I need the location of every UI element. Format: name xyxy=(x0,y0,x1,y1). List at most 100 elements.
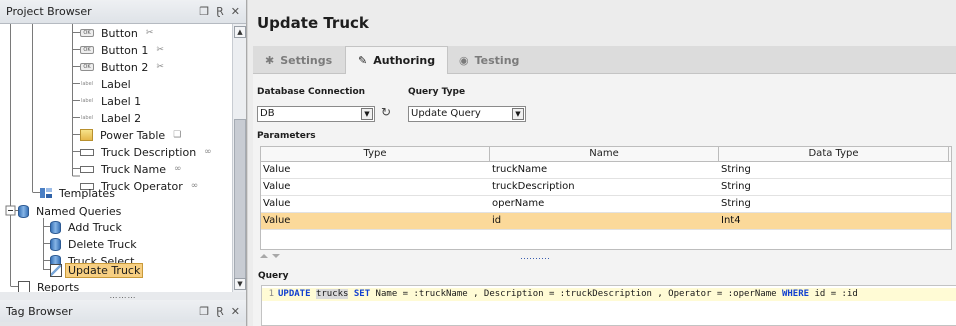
column-header-data-type[interactable]: Data Type xyxy=(719,147,949,161)
query-text: UPDATE trucks SET Name = :truckName , De… xyxy=(278,289,858,299)
pin-icon[interactable]: Ɽ xyxy=(216,305,224,318)
named-query-icon xyxy=(50,237,61,251)
tree-item-label[interactable]: label Label xyxy=(80,76,135,92)
tab-label: Testing xyxy=(474,53,520,67)
close-icon[interactable]: ✕ xyxy=(231,305,240,318)
script-icon: ✂ xyxy=(156,61,164,72)
tab-authoring[interactable]: ✎ Authoring xyxy=(345,46,449,75)
script-icon: ✂ xyxy=(156,44,164,55)
sql-text: Name = :truckName , Description = :truck… xyxy=(370,289,782,299)
button-component-icon: OK xyxy=(80,63,94,71)
tree-item-label-1[interactable]: label Label 1 xyxy=(80,93,145,109)
eye-icon: ◉ xyxy=(459,53,469,67)
tree-item-button-2[interactable]: OK Button 2 ✂ xyxy=(80,59,166,75)
cell-data-type[interactable]: Int4 xyxy=(719,213,949,229)
tab-label: Settings xyxy=(280,53,333,67)
tree-item-label: Truck Name xyxy=(101,162,166,176)
tree-item-update-truck[interactable]: Update Truck xyxy=(50,262,144,278)
cell-name[interactable]: operName xyxy=(490,196,719,212)
database-connection-select[interactable]: DB ▼ xyxy=(257,106,375,122)
label-component-icon: label xyxy=(80,81,94,87)
project-tree: OK Button ✂ OK Button 1 ✂ OK Button 2 ✂ … xyxy=(0,24,232,292)
tree-item-label-text: Label xyxy=(101,77,131,91)
database-icon xyxy=(18,204,29,218)
chevron-down-icon[interactable]: ▼ xyxy=(512,108,524,120)
tree-item-named-queries[interactable]: Named Queries xyxy=(18,203,125,219)
table-row[interactable]: Value truckName String xyxy=(261,162,951,179)
scroll-up-button[interactable]: ▲ xyxy=(234,26,246,38)
sql-keyword: UPDATE xyxy=(278,289,311,299)
parameters-query-splitter[interactable] xyxy=(258,254,956,264)
project-tree-scrollbar[interactable]: ▲ ▼ xyxy=(232,24,246,292)
cell-name[interactable]: id xyxy=(490,213,719,229)
cell-type[interactable]: Value xyxy=(261,162,490,178)
sql-text: id = :id xyxy=(809,289,858,299)
scroll-down-button[interactable]: ▼ xyxy=(234,278,246,290)
tree-item-button-1[interactable]: OK Button 1 ✂ xyxy=(80,42,166,58)
button-component-icon: OK xyxy=(80,29,94,37)
refresh-icon[interactable]: ↻ xyxy=(381,105,391,119)
script-icon: ✂ xyxy=(145,27,154,38)
sql-table-name: trucks xyxy=(315,289,349,299)
tree-item-add-truck[interactable]: Add Truck xyxy=(50,219,126,235)
scrollbar-thumb[interactable] xyxy=(234,119,246,279)
cell-type[interactable]: Value xyxy=(261,179,490,195)
cell-data-type[interactable]: String xyxy=(719,179,949,195)
tree-item-label: Truck Description xyxy=(101,145,197,159)
table-row-selected[interactable]: Value id Int4 xyxy=(261,213,951,230)
query-line[interactable]: 1 UPDATE trucks SET Name = :truckName , D… xyxy=(262,288,956,301)
cell-type[interactable]: Value xyxy=(261,196,490,212)
pin-icon[interactable]: Ɽ xyxy=(216,5,224,18)
tab-settings[interactable]: ✱ Settings xyxy=(253,46,344,74)
cell-data-type[interactable]: String xyxy=(719,196,949,212)
tree-item-label: Button 1 xyxy=(101,43,149,57)
script-icon: ❑ xyxy=(173,129,182,140)
cell-name[interactable]: truckName xyxy=(490,162,719,178)
tag-browser-toolbar xyxy=(0,322,246,326)
project-browser-title: Project Browser xyxy=(6,5,92,18)
tree-item-truck-description[interactable]: Truck Description ∞ xyxy=(80,144,214,160)
page-title: Update Truck xyxy=(257,14,369,32)
parameters-table[interactable]: Type Name Data Type Value truckName Stri… xyxy=(260,146,952,250)
project-browser-header: Project Browser ❐ Ɽ ✕ xyxy=(0,0,246,24)
pencil-icon: ✎ xyxy=(358,54,368,67)
table-row[interactable]: Value operName String xyxy=(261,196,951,213)
text-field-icon xyxy=(80,165,94,173)
query-type-select[interactable]: Update Query ▼ xyxy=(408,106,526,122)
panel-splitter[interactable]: ……… xyxy=(0,292,246,300)
tree-item-delete-truck[interactable]: Delete Truck xyxy=(50,236,141,252)
reports-icon xyxy=(18,280,30,292)
tree-item-label: Add Truck xyxy=(68,220,122,234)
cell-data-type[interactable]: String xyxy=(719,162,949,178)
cell-name[interactable]: truckDescription xyxy=(490,179,719,195)
line-number: 1 xyxy=(268,289,274,299)
restore-icon[interactable]: ❐ xyxy=(199,305,209,318)
restore-icon[interactable]: ❐ xyxy=(199,5,209,18)
tab-testing[interactable]: ◉ Testing xyxy=(447,46,531,74)
authoring-panel: Database Connection Query Type DB ▼ ↻ Up… xyxy=(253,74,956,326)
tree-item-label-2[interactable]: label Label 2 xyxy=(80,110,145,126)
query-label: Query xyxy=(258,271,289,281)
sql-keyword: WHERE xyxy=(781,289,810,299)
editor-tabbar: ✱ Settings ✎ Authoring ◉ Testing xyxy=(253,46,956,75)
database-connection-label: Database Connection xyxy=(257,87,366,97)
close-icon[interactable]: ✕ xyxy=(231,5,240,18)
table-row[interactable]: Value truckDescription String xyxy=(261,179,951,196)
named-query-icon xyxy=(50,220,61,234)
label-component-icon: label xyxy=(80,98,94,104)
column-header-name[interactable]: Name xyxy=(490,147,719,161)
tree-item-templates[interactable]: Templates xyxy=(40,185,119,201)
tree-item-button[interactable]: OK Button ✂ xyxy=(80,25,156,41)
query-type-value: Update Query xyxy=(411,108,481,119)
tree-item-truck-name[interactable]: Truck Name ∞ xyxy=(80,161,184,177)
project-browser-panel: Project Browser ❐ Ɽ ✕ OK Button ✂ OK But… xyxy=(0,0,247,326)
column-header-type[interactable]: Type xyxy=(261,147,490,161)
templates-icon xyxy=(40,188,52,198)
chevron-down-icon[interactable]: ▼ xyxy=(361,108,373,120)
cell-type[interactable]: Value xyxy=(261,213,490,229)
query-editor[interactable]: 1 UPDATE trucks SET Name = :truckName , D… xyxy=(261,285,956,326)
named-query-edit-icon xyxy=(50,263,62,277)
tree-item-power-table[interactable]: Power Table ❑ xyxy=(80,127,183,143)
tab-label: Authoring xyxy=(373,54,436,67)
tree-item-reports[interactable]: Reports xyxy=(18,279,83,292)
